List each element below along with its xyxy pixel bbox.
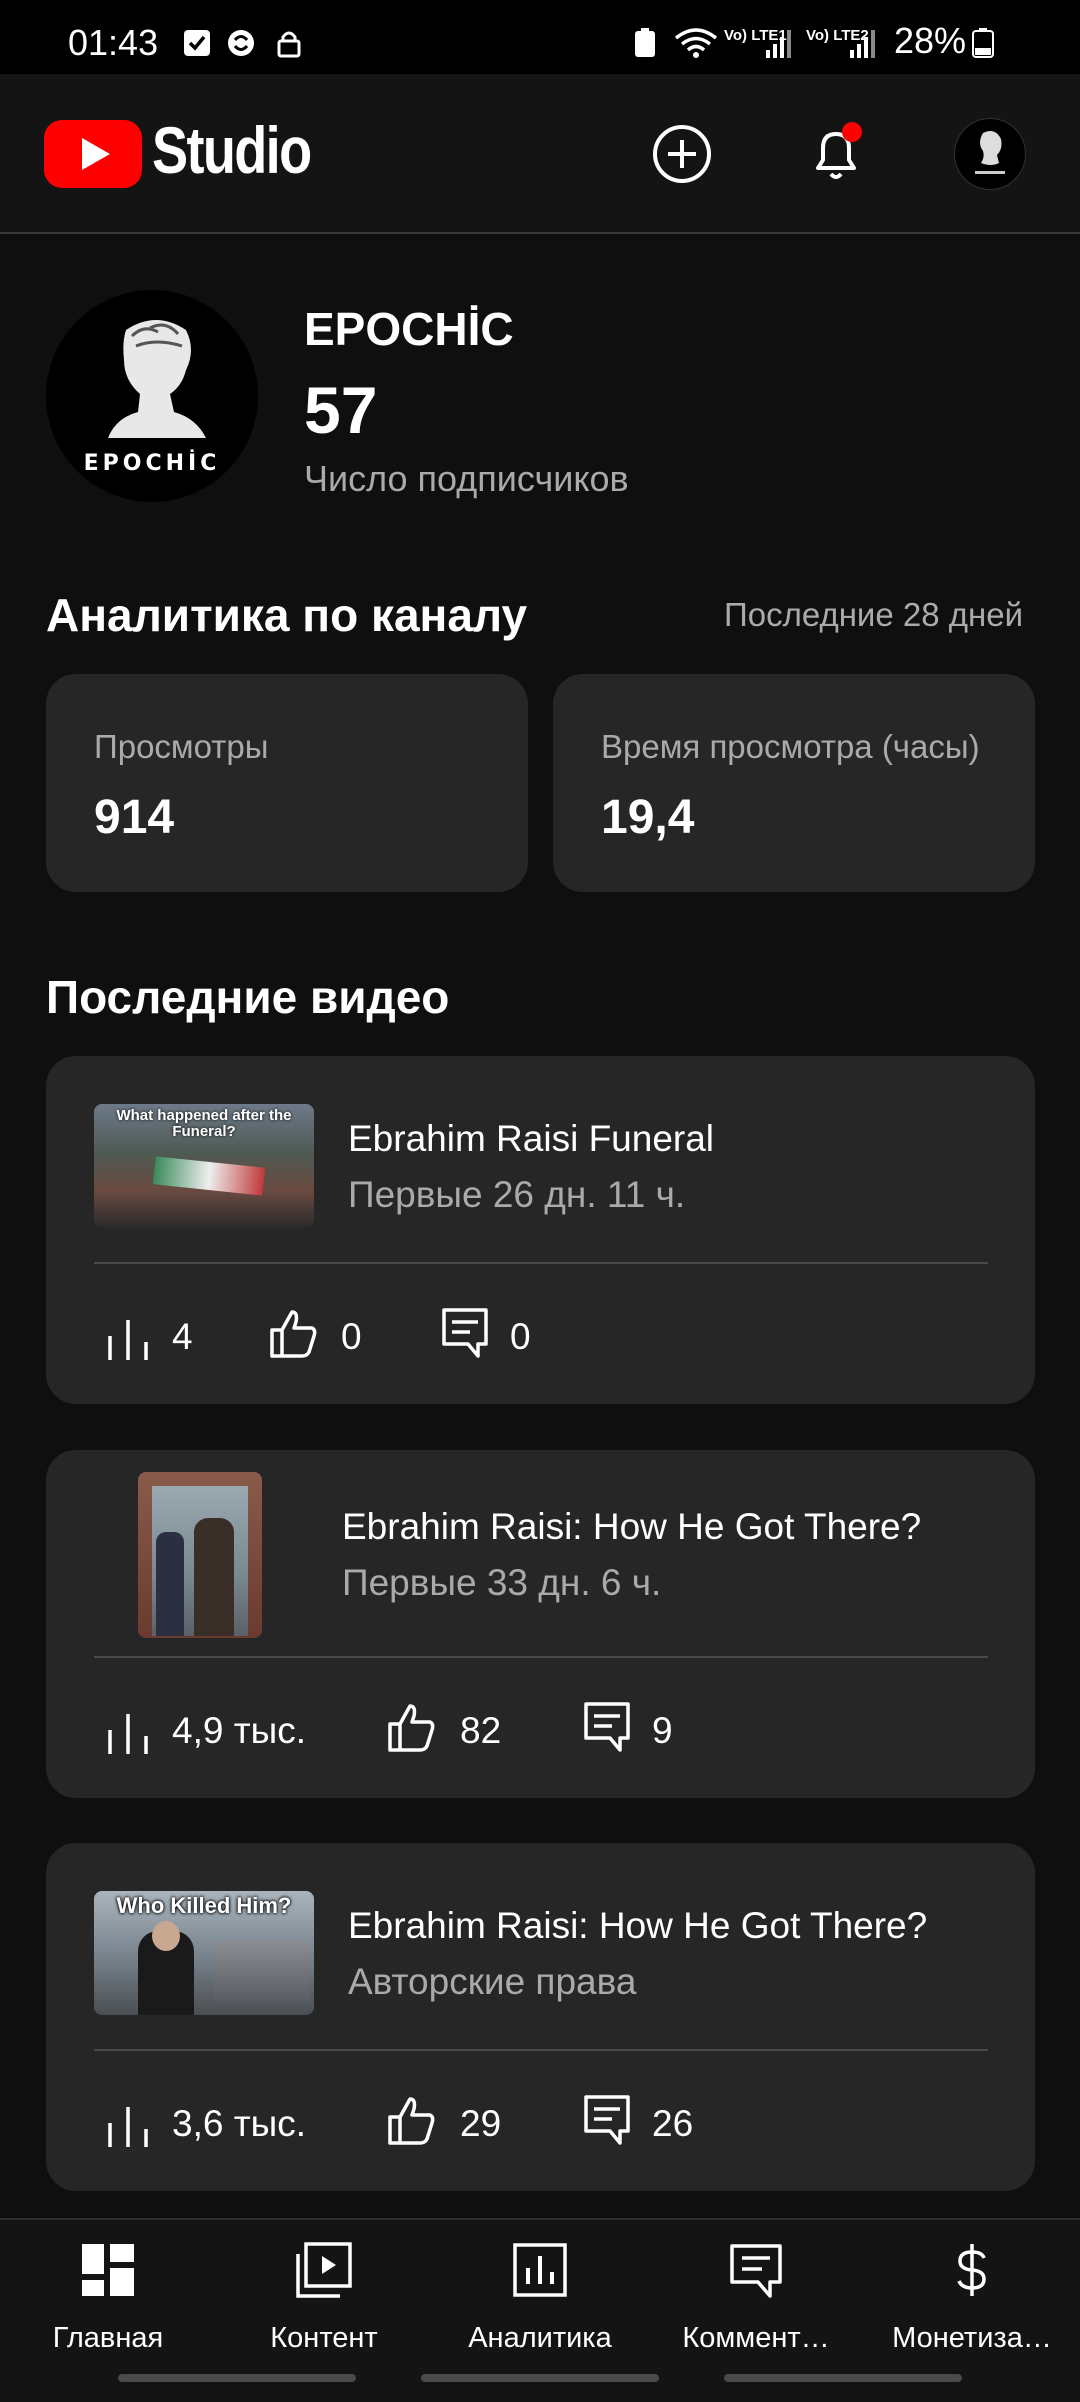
- views-count: 4,9 тыс.: [172, 1710, 307, 1751]
- app-bar: Studio: [0, 74, 1080, 234]
- comments-count: 0: [510, 1316, 531, 1357]
- metric-card-views[interactable]: Просмотры 914: [46, 674, 528, 892]
- greek-bust-icon: EPOCHİC: [84, 320, 221, 476]
- channel-avatar[interactable]: EPOCHİC: [46, 290, 258, 502]
- subscriber-count: 57: [304, 373, 378, 447]
- divider: [94, 1656, 988, 1658]
- account-avatar[interactable]: [954, 118, 1026, 190]
- likes-count: 0: [341, 1316, 362, 1357]
- status-time: 01:43: [68, 22, 159, 63]
- system-nav-bar-left: [118, 2374, 356, 2382]
- nav-label: Монетиза…: [892, 2322, 1052, 2354]
- battery-saver-icon: [635, 28, 655, 57]
- dollar-icon: [957, 2244, 986, 2296]
- nav-item-dashboard[interactable]: Главная: [0, 2220, 216, 2360]
- comments-count: 9: [652, 1710, 673, 1751]
- subscriber-label: Число подписчиков: [304, 458, 629, 499]
- battery-icon: [972, 28, 994, 58]
- nav-label: Коммент…: [682, 2322, 830, 2354]
- views-icon: [108, 1714, 148, 1754]
- nav-item-analytics[interactable]: Аналитика: [432, 2220, 648, 2360]
- nav-label: Аналитика: [468, 2322, 612, 2354]
- system-nav-bar-center[interactable]: [421, 2374, 659, 2382]
- analytics-title: Аналитика по каналу: [46, 589, 528, 641]
- recent-videos-title: Последние видео: [46, 971, 450, 1023]
- comments-icon: [730, 2244, 782, 2298]
- metric-label: Время просмотра (часы): [601, 728, 980, 765]
- metric-value: 914: [94, 791, 175, 844]
- views-count: 3,6 тыс.: [172, 2103, 307, 2144]
- lock-icon: [277, 31, 301, 58]
- system-nav-bar-right: [724, 2374, 962, 2382]
- likes-count: 82: [460, 1710, 502, 1751]
- nav-label: Главная: [52, 2322, 164, 2354]
- views-icon: [108, 2107, 148, 2147]
- nav-item-comments[interactable]: Коммент…: [648, 2220, 864, 2360]
- bust-icon: [975, 131, 1005, 174]
- video-title: Ebrahim Raisi: How He Got There?: [348, 1905, 928, 1946]
- comments-icon: [584, 2095, 630, 2145]
- nav-label: Контент: [270, 2322, 378, 2354]
- analytics-icon: [513, 2243, 567, 2297]
- metric-card-watch-time[interactable]: Время просмотра (часы) 19,4: [553, 674, 1035, 892]
- comments-count: 26: [652, 2103, 694, 2144]
- metric-value: 19,4: [601, 791, 695, 844]
- comments-icon: [584, 1702, 630, 1752]
- content-icon: [296, 2242, 352, 2298]
- status-bar: 01:43 Vo) LTE1 Vo) LTE2 28%: [0, 0, 1080, 74]
- notifications-button[interactable]: [804, 120, 868, 184]
- nav-item-content[interactable]: Контент: [216, 2220, 432, 2360]
- thumbnail-caption: What happened after the Funeral?: [116, 1107, 292, 1140]
- video-title: Ebrahim Raisi Funeral: [348, 1118, 715, 1159]
- dashboard-icon: [82, 2244, 134, 2296]
- views-icon: [108, 1320, 148, 1360]
- avatar-logo-text: EPOCHİC: [84, 450, 221, 476]
- video-thumbnail[interactable]: [138, 1472, 262, 1638]
- divider: [94, 2049, 988, 2051]
- likes-count: 29: [460, 2103, 502, 2144]
- app-title: Studio: [152, 113, 312, 187]
- nav-item-monetization[interactable]: Монетиза…: [864, 2220, 1080, 2360]
- analytics-period[interactable]: Последние 28 дней: [724, 596, 1023, 634]
- video-thumbnail[interactable]: What happened after the Funeral?: [94, 1104, 314, 1228]
- create-button[interactable]: [650, 122, 714, 186]
- video-status: Авторские права: [348, 1961, 637, 2002]
- video-card[interactable]: Ebrahim Raisi: How He Got There? Первые …: [46, 1450, 1035, 1798]
- signal-1-icon: [766, 30, 791, 58]
- like-icon: [270, 1310, 317, 1358]
- divider: [94, 1262, 988, 1264]
- views-count: 4: [172, 1316, 193, 1357]
- video-card[interactable]: Who Killed Him? Ebrahim Raisi: How He Go…: [46, 1843, 1035, 2191]
- video-period: Первые 33 дн. 6 ч.: [342, 1562, 662, 1603]
- video-title: Ebrahim Raisi: How He Got There?: [342, 1506, 922, 1547]
- thumbnail-caption: Who Killed Him?: [116, 1893, 292, 1918]
- channel-name: EPOCHİC: [304, 303, 514, 355]
- youtube-logo-icon: [44, 120, 142, 188]
- like-icon: [388, 1704, 435, 1752]
- like-icon: [388, 2097, 435, 2145]
- battery-percent: 28%: [894, 20, 967, 61]
- signal-2-icon: [850, 30, 875, 58]
- video-period: Первые 26 дн. 11 ч.: [348, 1174, 686, 1215]
- metric-label: Просмотры: [94, 728, 269, 765]
- comments-icon: [442, 1308, 488, 1358]
- video-card[interactable]: What happened after the Funeral? Ebrahim…: [46, 1056, 1035, 1404]
- checkbox-notification-icon: [184, 30, 210, 56]
- video-thumbnail[interactable]: Who Killed Him?: [94, 1891, 314, 2015]
- wifi-icon: [674, 28, 718, 58]
- sync-notification-icon: [228, 30, 254, 56]
